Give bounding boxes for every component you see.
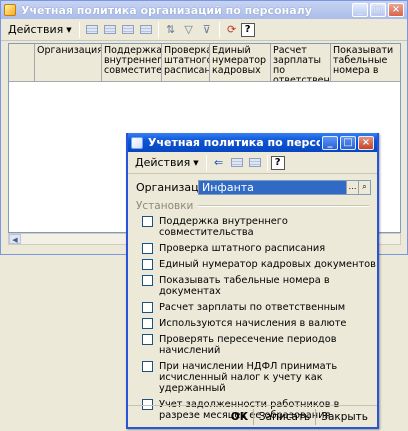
toolbar-separator: [218, 21, 220, 38]
help-icon[interactable]: ?: [240, 22, 255, 37]
actions-menu-button[interactable]: Действия ▼: [131, 156, 203, 169]
column-header[interactable]: Проверка штатного расписан…: [162, 44, 210, 81]
close-icon[interactable]: ×: [358, 135, 374, 150]
column-header[interactable]: Поддержка внутреннего совместите…: [102, 44, 162, 81]
search-icon[interactable]: ⌕: [358, 180, 370, 194]
chevron-down-icon: ▼: [66, 25, 72, 34]
checkbox-label: Проверка штатного расписания: [159, 243, 326, 254]
checkbox-label: При начислении НДФЛ принимать исчисленны…: [159, 361, 338, 394]
window-icon: [131, 136, 143, 149]
checkbox-payroll-by-responsible[interactable]: Расчет зарплаты по ответственным: [142, 302, 377, 313]
scroll-left-icon[interactable]: ◀: [9, 234, 21, 244]
column-header[interactable]: Единый нумератор кадровых: [210, 44, 271, 81]
close-button[interactable]: Закрыть: [315, 408, 373, 425]
checkbox[interactable]: [142, 216, 153, 227]
minimize-icon[interactable]: _: [322, 135, 338, 150]
list-window-title-bar[interactable]: Учетная политика организаций по персонал…: [1, 1, 407, 19]
copy-row-icon[interactable]: [102, 22, 118, 38]
refresh-icon[interactable]: ⟳: [224, 22, 240, 38]
organization-label: Организация:: [136, 180, 217, 194]
select-button[interactable]: …: [346, 180, 358, 194]
checkbox-staff-schedule-check[interactable]: Проверка штатного расписания: [142, 243, 377, 254]
checkbox[interactable]: [142, 302, 153, 313]
toolbar-separator: [157, 21, 159, 38]
add-row-icon[interactable]: [84, 22, 100, 38]
sort-icon[interactable]: ⇅: [163, 22, 179, 38]
close-icon[interactable]: ×: [388, 3, 404, 17]
settings-checkbox-list: Поддержка внутреннего совместительства П…: [128, 212, 377, 421]
table-header: Организация Поддержка внутреннего совмес…: [9, 44, 400, 82]
maximize-icon[interactable]: □: [340, 135, 356, 150]
checkbox-currency-accruals[interactable]: Используются начисления в валюте: [142, 318, 377, 329]
checkbox-label: Используются начисления в валюте: [159, 318, 347, 329]
dialog-footer: OK Записать Закрыть: [128, 405, 377, 427]
checkbox[interactable]: [142, 334, 153, 345]
list-window-title: Учетная политика организаций по персонал…: [21, 3, 312, 17]
checkbox[interactable]: [142, 259, 153, 270]
column-header[interactable]: Расчет зарплаты по ответственн…: [271, 44, 331, 81]
checkbox[interactable]: [142, 318, 153, 329]
go-to-icon[interactable]: ⇐: [211, 155, 227, 171]
delete-row-icon[interactable]: [138, 22, 154, 38]
checkbox-check-period-overlap[interactable]: Проверять пересечение периодов начислени…: [142, 334, 377, 356]
maximize-icon[interactable]: □: [370, 3, 386, 17]
related-docs-icon[interactable]: [247, 155, 263, 171]
dialog-title-bar[interactable]: Учетная политика по персоналу о…: * _ □ …: [128, 133, 377, 152]
checkbox-label: Единый нумератор кадровых документов: [159, 259, 376, 270]
toolbar-separator: [266, 154, 268, 171]
actions-menu-label: Действия: [8, 23, 64, 36]
checkbox-internal-part-time[interactable]: Поддержка внутреннего совместительства: [142, 216, 377, 238]
checkbox-label: Проверять пересечение периодов начислени…: [159, 334, 337, 356]
toolbar-separator: [205, 154, 207, 171]
checkbox-show-personnel-numbers[interactable]: Показывать табельные номера в документах: [142, 275, 377, 297]
row-marker-header: [9, 44, 35, 81]
organization-value[interactable]: Инфанта: [199, 180, 346, 194]
dialog-title: Учетная политика по персоналу о…: *: [148, 136, 320, 149]
help-icon[interactable]: ?: [270, 155, 285, 170]
actions-menu-button[interactable]: Действия ▼: [4, 23, 76, 36]
checkbox-ndfl-as-withheld[interactable]: При начислении НДФЛ принимать исчисленны…: [142, 361, 377, 394]
toolbar-separator: [78, 21, 80, 38]
minimize-icon[interactable]: _: [352, 3, 368, 17]
structure-icon[interactable]: [229, 155, 245, 171]
window-icon: [4, 4, 16, 16]
checkbox[interactable]: [142, 275, 153, 286]
organization-field[interactable]: Инфанта … ⌕: [198, 179, 371, 195]
column-header[interactable]: Организация: [35, 44, 102, 81]
actions-menu-label: Действия: [135, 156, 191, 169]
organization-row: Организация: Инфанта … ⌕: [128, 174, 377, 195]
checkbox-single-numerator[interactable]: Единый нумератор кадровых документов: [142, 259, 377, 270]
chevron-down-icon: ▼: [193, 158, 199, 167]
filter-off-icon[interactable]: ⊽: [199, 22, 215, 38]
list-toolbar: Действия ▼ ⇅ ▽ ⊽ ⟳ ?: [1, 19, 407, 41]
checkbox[interactable]: [142, 243, 153, 254]
policy-dialog: Учетная политика по персоналу о…: * _ □ …: [126, 133, 379, 429]
edit-row-icon[interactable]: [120, 22, 136, 38]
checkbox-label: Поддержка внутреннего совместительства: [159, 216, 288, 238]
ok-button[interactable]: OK: [226, 409, 253, 425]
settings-section-title: Установки: [136, 200, 369, 212]
checkbox-label: Показывать табельные номера в документах: [159, 275, 330, 297]
dialog-toolbar: Действия ▼ ⇐ ?: [128, 152, 377, 174]
filter-icon[interactable]: ▽: [181, 22, 197, 38]
save-button[interactable]: Записать: [252, 408, 315, 425]
checkbox-label: Расчет зарплаты по ответственным: [159, 302, 346, 313]
checkbox[interactable]: [142, 361, 153, 372]
column-header[interactable]: Показывати табельные номера в: [331, 44, 400, 81]
